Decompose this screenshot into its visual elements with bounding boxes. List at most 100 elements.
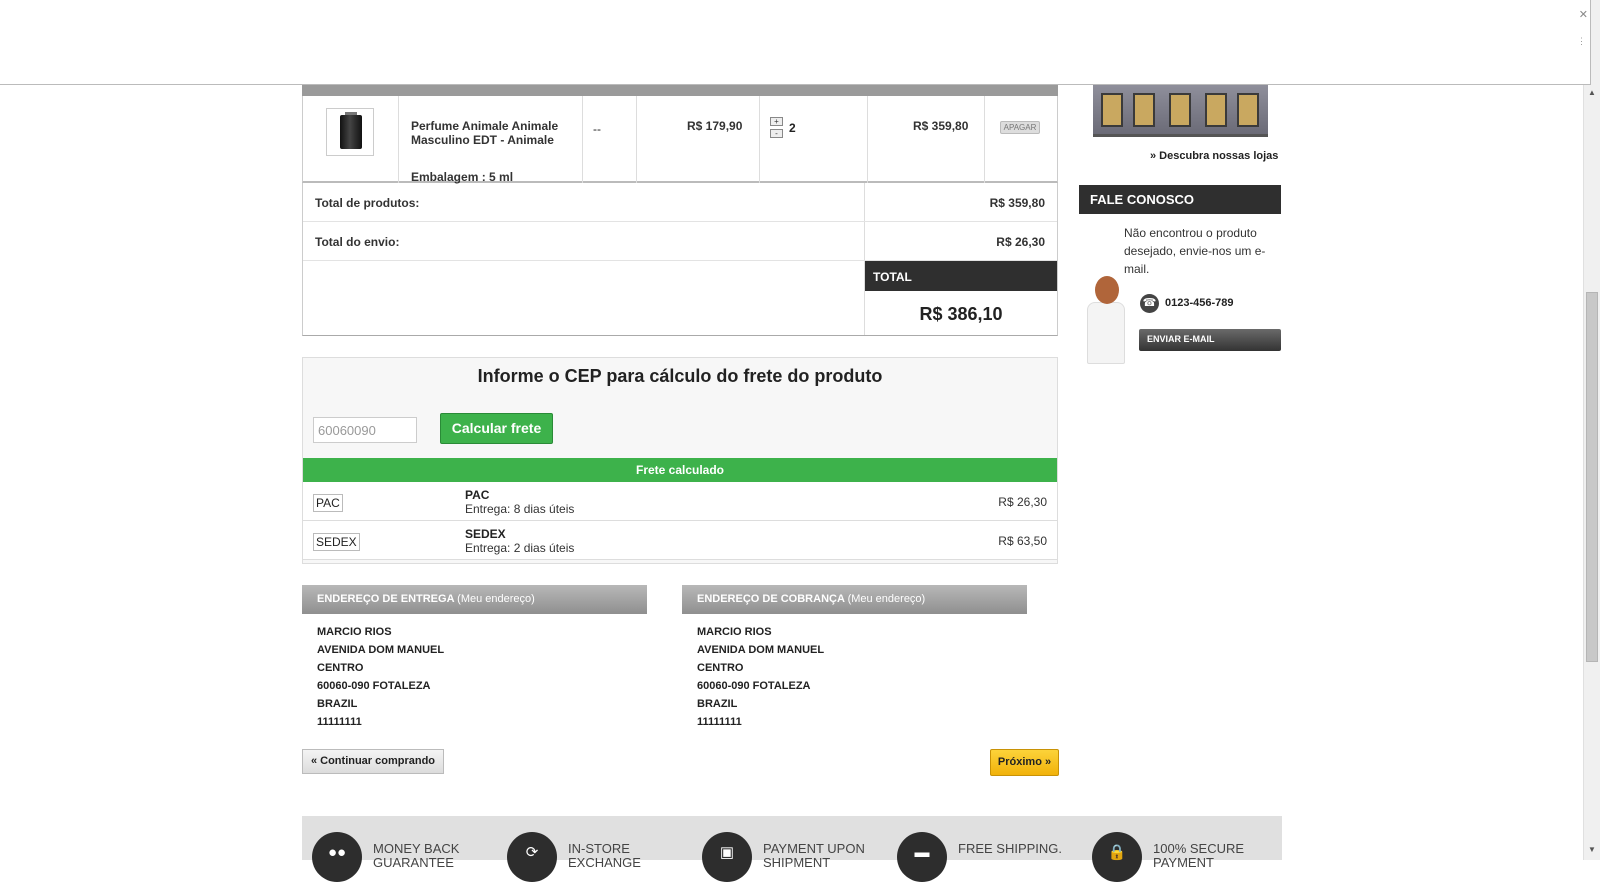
freight-title: Informe o CEP para cálculo do frete do p… xyxy=(477,366,883,386)
next-button[interactable]: Próximo » xyxy=(990,749,1059,776)
scroll-thumb[interactable] xyxy=(1586,292,1598,662)
freight-calculator: Informe o CEP para cálculo do frete do p… xyxy=(302,357,1058,564)
scroll-down-icon[interactable]: ▼ xyxy=(1588,845,1596,854)
billing-address: ENDEREÇO DE COBRANÇA (Meu endereço) MARC… xyxy=(682,585,1027,731)
billing-address-title: ENDEREÇO DE COBRANÇA xyxy=(697,593,845,605)
address-line: MARCIO RIOS xyxy=(317,626,392,638)
delivery-address-subtitle: (Meu endereço) xyxy=(457,593,535,605)
discover-stores-link[interactable]: » Descubra nossas lojas xyxy=(1150,150,1278,162)
freight-option-price: R$ 63,50 xyxy=(998,534,1047,548)
store-window xyxy=(1169,93,1191,127)
store-front-image[interactable] xyxy=(1093,85,1268,137)
contact-title: FALE CONOSCO xyxy=(1079,185,1281,214)
freight-option-price: R$ 26,30 xyxy=(998,495,1047,509)
delivery-address-header: ENDEREÇO DE ENTREGA (Meu endereço) xyxy=(302,585,647,614)
freight-option-row[interactable]: SEDEX SEDEX Entrega: 2 dias úteis R$ 63,… xyxy=(303,521,1057,560)
product-packaging: Embalagem : 5 ml xyxy=(411,170,514,184)
support-agent-image xyxy=(1083,274,1128,367)
feature-item: 🔒 100% SECURE PAYMENT xyxy=(1082,816,1277,882)
freight-option-code[interactable]: SEDEX xyxy=(313,533,360,551)
qty-increase-icon[interactable]: + xyxy=(770,117,783,126)
vertical-scrollbar[interactable]: ▲ ▼ xyxy=(1583,0,1600,860)
address-line: MARCIO RIOS xyxy=(697,626,772,638)
phone-number: 0123-456-789 xyxy=(1165,297,1234,309)
freight-calculated-bar: Frete calculado xyxy=(303,458,1057,482)
agent-body xyxy=(1087,302,1125,364)
freight-option-name: PAC xyxy=(465,488,490,502)
divider xyxy=(864,222,865,260)
total-cell xyxy=(868,96,985,183)
billing-address-header: ENDEREÇO DE COBRANÇA (Meu endereço) xyxy=(682,585,1027,614)
scroll-up-icon[interactable]: ▲ xyxy=(1588,88,1596,97)
address-line: AVENIDA DOM MANUEL xyxy=(697,644,825,656)
grand-total-label: TOTAL xyxy=(865,261,1057,291)
phone-icon: ☎ xyxy=(1140,294,1159,313)
shipping-total-label: Total do envio: xyxy=(315,235,400,249)
contact-text: Não encontrou o produto desejado, envie-… xyxy=(1124,226,1266,276)
product-name[interactable]: Perfume Animale Animale Masculino EDT - … xyxy=(411,119,581,147)
feature-label: IN-STORE EXCHANGE xyxy=(568,841,641,870)
freight-option-row[interactable]: PAC PAC Entrega: 8 dias úteis R$ 26,30 xyxy=(303,482,1057,521)
store-window xyxy=(1205,93,1227,127)
address-line: BRAZIL xyxy=(697,698,738,710)
payment-icon: ▣ xyxy=(702,832,752,882)
unit-price: R$ 179,90 xyxy=(687,119,743,133)
exchange-icon: ⟳ xyxy=(507,832,557,882)
divider xyxy=(864,183,865,221)
delivery-address: ENDEREÇO DE ENTREGA (Meu endereço) MARCI… xyxy=(302,585,647,731)
continue-shopping-button[interactable]: « Continuar comprando xyxy=(302,749,444,774)
cart-table: Perfume Animale Animale Masculino EDT - … xyxy=(302,85,1058,336)
delivery-address-title: ENDEREÇO DE ENTREGA xyxy=(317,593,455,605)
address-line: BRAZIL xyxy=(317,698,358,710)
feature-item: ⟳ IN-STORE EXCHANGE xyxy=(497,816,692,882)
smiley-icon: ●● xyxy=(312,832,362,882)
store-window xyxy=(1101,93,1123,127)
perfume-bottle-image xyxy=(340,115,362,149)
image-cell xyxy=(303,96,399,183)
freight-option-code[interactable]: PAC xyxy=(313,494,343,512)
agent-head xyxy=(1095,276,1119,304)
address-line: AVENIDA DOM MANUEL xyxy=(317,644,445,656)
feature-item: ▬ FREE SHIPPING. xyxy=(887,816,1082,882)
feature-label: 100% SECURE PAYMENT xyxy=(1153,841,1245,870)
address-line: CENTRO xyxy=(697,662,744,674)
freight-option-delivery: Entrega: 8 dias úteis xyxy=(465,502,575,516)
qty-decrease-icon[interactable]: - xyxy=(770,129,783,138)
feature-label: FREE SHIPPING. xyxy=(958,841,1063,856)
drag-handle-icon: ⋮ xyxy=(1577,36,1586,46)
variant-cell xyxy=(583,96,637,183)
products-total-label: Total de produtos: xyxy=(315,196,420,210)
address-line: 60060-090 FOTALEZA xyxy=(317,680,431,692)
address-line: CENTRO xyxy=(317,662,364,674)
billing-address-subtitle: (Meu endereço) xyxy=(847,593,926,605)
send-email-button[interactable]: ENVIAR E-MAIL xyxy=(1139,329,1281,351)
freight-option-name: SEDEX xyxy=(465,527,506,541)
products-total-value: R$ 359,80 xyxy=(989,196,1045,210)
feature-item: ▣ PAYMENT UPON SHIPMENT xyxy=(692,816,887,882)
address-line: 60060-090 FOTALEZA xyxy=(697,680,811,692)
address-line: 11111111 xyxy=(317,716,362,728)
grand-total-value: R$ 386,10 xyxy=(919,304,1003,324)
calculate-freight-button[interactable]: Calcular frete xyxy=(440,413,553,444)
address-line: 11111111 xyxy=(697,716,742,728)
lock-icon: 🔒 xyxy=(1092,832,1142,882)
delete-button[interactable]: APAGAR xyxy=(1000,121,1040,134)
totals-section: Total de produtos: R$ 359,80 Total do en… xyxy=(302,183,1058,336)
shipping-total-row: Total do envio: R$ 26,30 xyxy=(303,222,1057,261)
feature-label: PAYMENT UPON SHIPMENT xyxy=(763,841,865,870)
product-thumbnail[interactable] xyxy=(326,108,374,156)
close-icon[interactable]: ✕ xyxy=(1579,8,1588,21)
top-banner: ✕ ⋮ xyxy=(0,0,1591,85)
features-strip: ●● MONEY BACK GUARANTEE ⟳ IN-STORE EXCHA… xyxy=(302,816,1282,882)
store-window xyxy=(1237,93,1259,127)
grand-total-block: TOTAL R$ 386,10 xyxy=(303,261,1057,335)
store-window xyxy=(1133,93,1155,127)
cart-header-strip xyxy=(302,85,1058,96)
price-cell xyxy=(637,96,760,183)
cart-item-row: Perfume Animale Animale Masculino EDT - … xyxy=(302,96,1058,184)
cep-input[interactable] xyxy=(313,417,417,443)
products-total-row: Total de produtos: R$ 359,80 xyxy=(303,183,1057,222)
product-variant: -- xyxy=(593,122,601,136)
truck-icon: ▬ xyxy=(897,832,947,882)
feature-label: MONEY BACK GUARANTEE xyxy=(373,841,460,870)
